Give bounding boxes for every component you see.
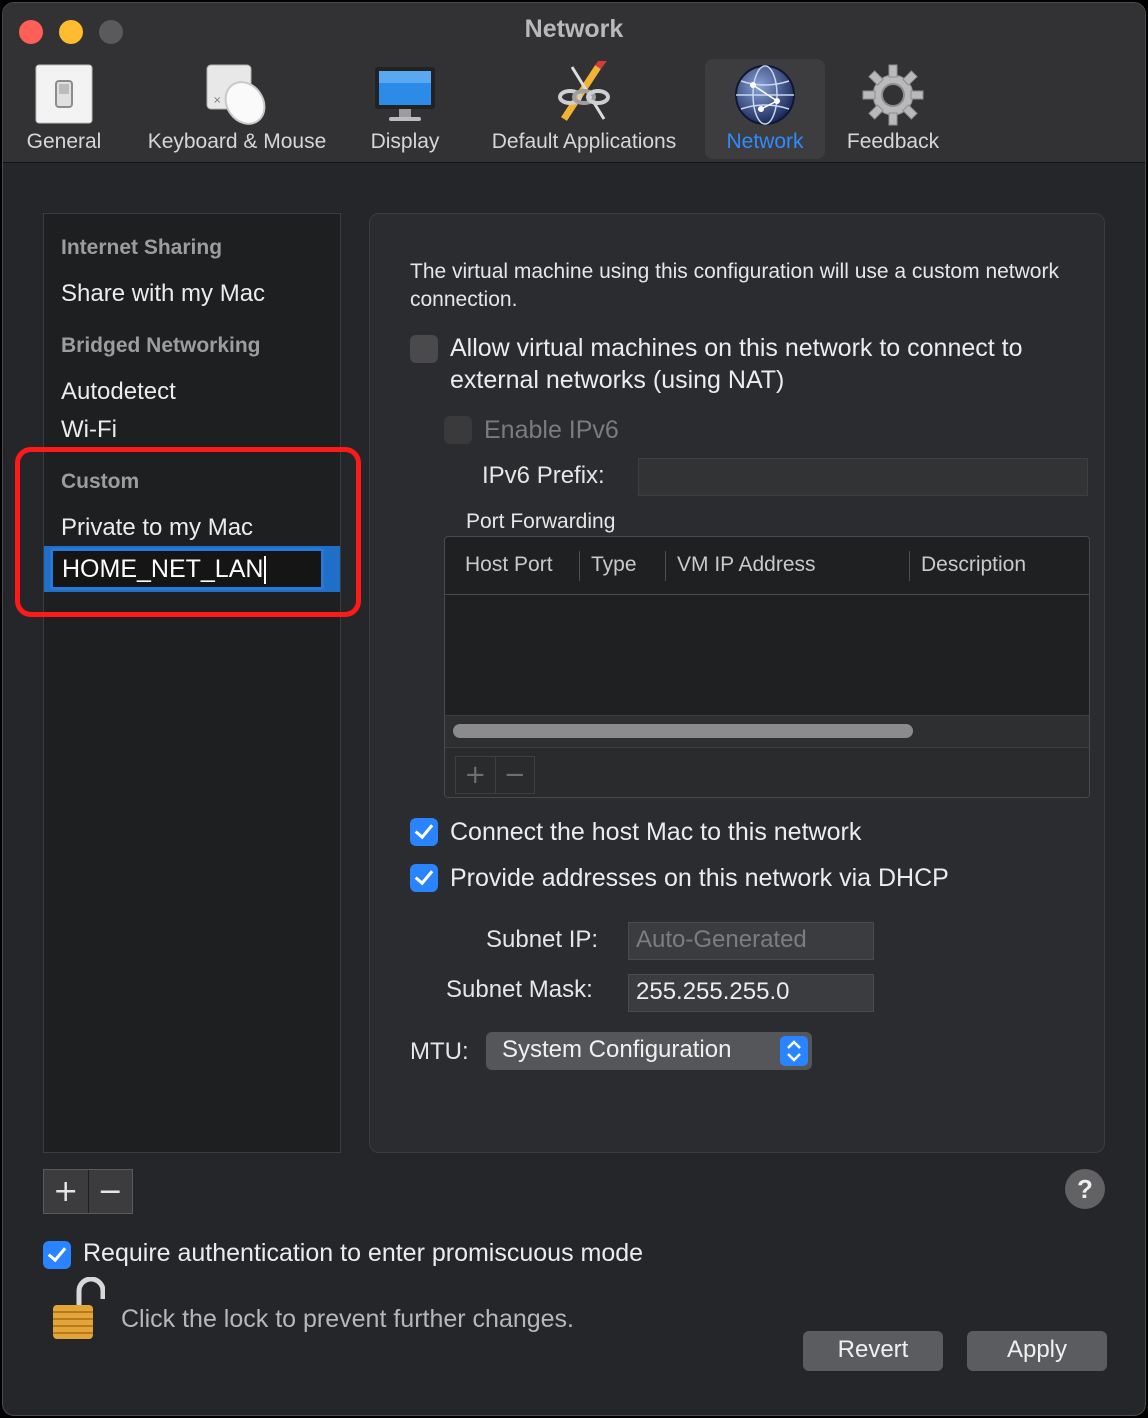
add-network-button[interactable]: + (44, 1170, 88, 1213)
add-port-forward-button[interactable]: + (456, 757, 495, 793)
scrollbar-thumb[interactable] (453, 724, 913, 738)
port-forwarding-table[interactable]: Host Port Type VM IP Address Description… (444, 536, 1090, 798)
toolbar-label: Display (370, 130, 440, 153)
group-header-internet-sharing: Internet Sharing (61, 236, 223, 259)
nat-label: Allow virtual machines on this network t… (450, 334, 1023, 394)
column-description[interactable]: Description (921, 553, 1026, 577)
column-vm-ip-address[interactable]: VM IP Address (677, 553, 816, 577)
network-list: Internet Sharing Share with my Mac Bridg… (43, 213, 341, 1153)
subnet-ip-label: Subnet IP: (486, 926, 599, 953)
table-header: Host Port Type VM IP Address Description (445, 537, 1089, 595)
list-add-remove-buttons: + − (43, 1169, 133, 1214)
ipv6-checkbox[interactable] (444, 416, 472, 444)
unlocked-lock-icon[interactable] (49, 1277, 105, 1343)
monitor-icon (375, 67, 435, 121)
toolbar-network[interactable]: Network (705, 59, 825, 159)
ipv6-prefix-field[interactable] (638, 458, 1088, 496)
column-divider (579, 551, 580, 581)
horizontal-scrollbar[interactable] (445, 715, 1089, 747)
toolbar-label: Feedback (846, 130, 940, 153)
column-divider (909, 551, 910, 581)
preferences-window: Network General × Keyboard & Mouse Displ… (2, 2, 1146, 1416)
window-title: Network (524, 15, 624, 43)
apply-button[interactable]: Apply (967, 1331, 1107, 1371)
promiscuous-checkbox[interactable] (43, 1241, 71, 1269)
promiscuous-label: Require authentication to enter promiscu… (83, 1239, 644, 1267)
toolbar-default-applications[interactable]: Default Applications (475, 59, 693, 159)
nat-checkbox[interactable] (410, 335, 438, 363)
switch-icon (35, 64, 93, 124)
titlebar: Network General × Keyboard & Mouse Displ… (3, 3, 1145, 163)
toolbar-label: Default Applications (491, 130, 677, 153)
remove-network-button[interactable]: − (87, 1170, 133, 1213)
dhcp-label: Provide addresses on this network via DH… (450, 864, 949, 892)
mtu-value: System Configuration (502, 1036, 732, 1063)
up-down-chevron-icon (780, 1036, 808, 1066)
annotation-highlight (15, 447, 361, 617)
svg-text:×: × (213, 95, 221, 106)
toolbar-label: Keyboard & Mouse (147, 130, 327, 153)
revert-button[interactable]: Revert (803, 1331, 943, 1371)
dhcp-checkbox[interactable] (410, 864, 438, 892)
lock-message: Click the lock to prevent further change… (121, 1305, 575, 1333)
subnet-mask-label: Subnet Mask: (446, 976, 593, 1003)
toolbar-label: Network (726, 130, 804, 153)
connect-host-checkbox[interactable] (410, 818, 438, 846)
globe-icon (735, 65, 795, 125)
port-forwarding-label: Port Forwarding (466, 510, 616, 533)
mouse-icon: × (206, 64, 266, 125)
mtu-label: MTU: (410, 1038, 469, 1065)
list-item-share-with-my-mac[interactable]: Share with my Mac (61, 280, 265, 308)
connect-host-label: Connect the host Mac to this network (450, 818, 862, 846)
chain-pencil-icon (558, 61, 610, 121)
list-item-wifi[interactable]: Wi-Fi (61, 416, 117, 444)
column-divider (665, 551, 666, 581)
subnet-mask-field[interactable]: 255.255.255.0 (628, 974, 874, 1012)
toolbar-feedback[interactable]: Feedback (837, 59, 949, 159)
configuration-description: The virtual machine using this configura… (410, 260, 1059, 311)
ipv6-label: Enable IPv6 (484, 416, 619, 444)
remove-port-forward-button[interactable]: − (494, 757, 535, 793)
toolbar-label: General (26, 130, 102, 153)
group-header-bridged-networking: Bridged Networking (61, 334, 261, 357)
column-host-port[interactable]: Host Port (465, 553, 553, 577)
column-type[interactable]: Type (591, 553, 637, 577)
toolbar-general[interactable]: General (21, 59, 107, 159)
toolbar-keyboard-mouse[interactable]: × Keyboard & Mouse (135, 59, 339, 159)
help-button[interactable]: ? (1065, 1169, 1105, 1209)
gear-icon (862, 64, 924, 126)
mtu-popup[interactable]: System Configuration (486, 1032, 812, 1070)
table-footer: + − (445, 747, 1089, 797)
subnet-ip-field[interactable]: Auto-Generated (628, 922, 874, 960)
toolbar-display[interactable]: Display (363, 59, 447, 159)
network-settings-panel: The virtual machine using this configura… (369, 213, 1105, 1153)
list-item-autodetect[interactable]: Autodetect (61, 378, 176, 406)
port-forwarding-buttons: + − (455, 756, 535, 794)
ipv6-prefix-label: IPv6 Prefix: (482, 462, 605, 489)
